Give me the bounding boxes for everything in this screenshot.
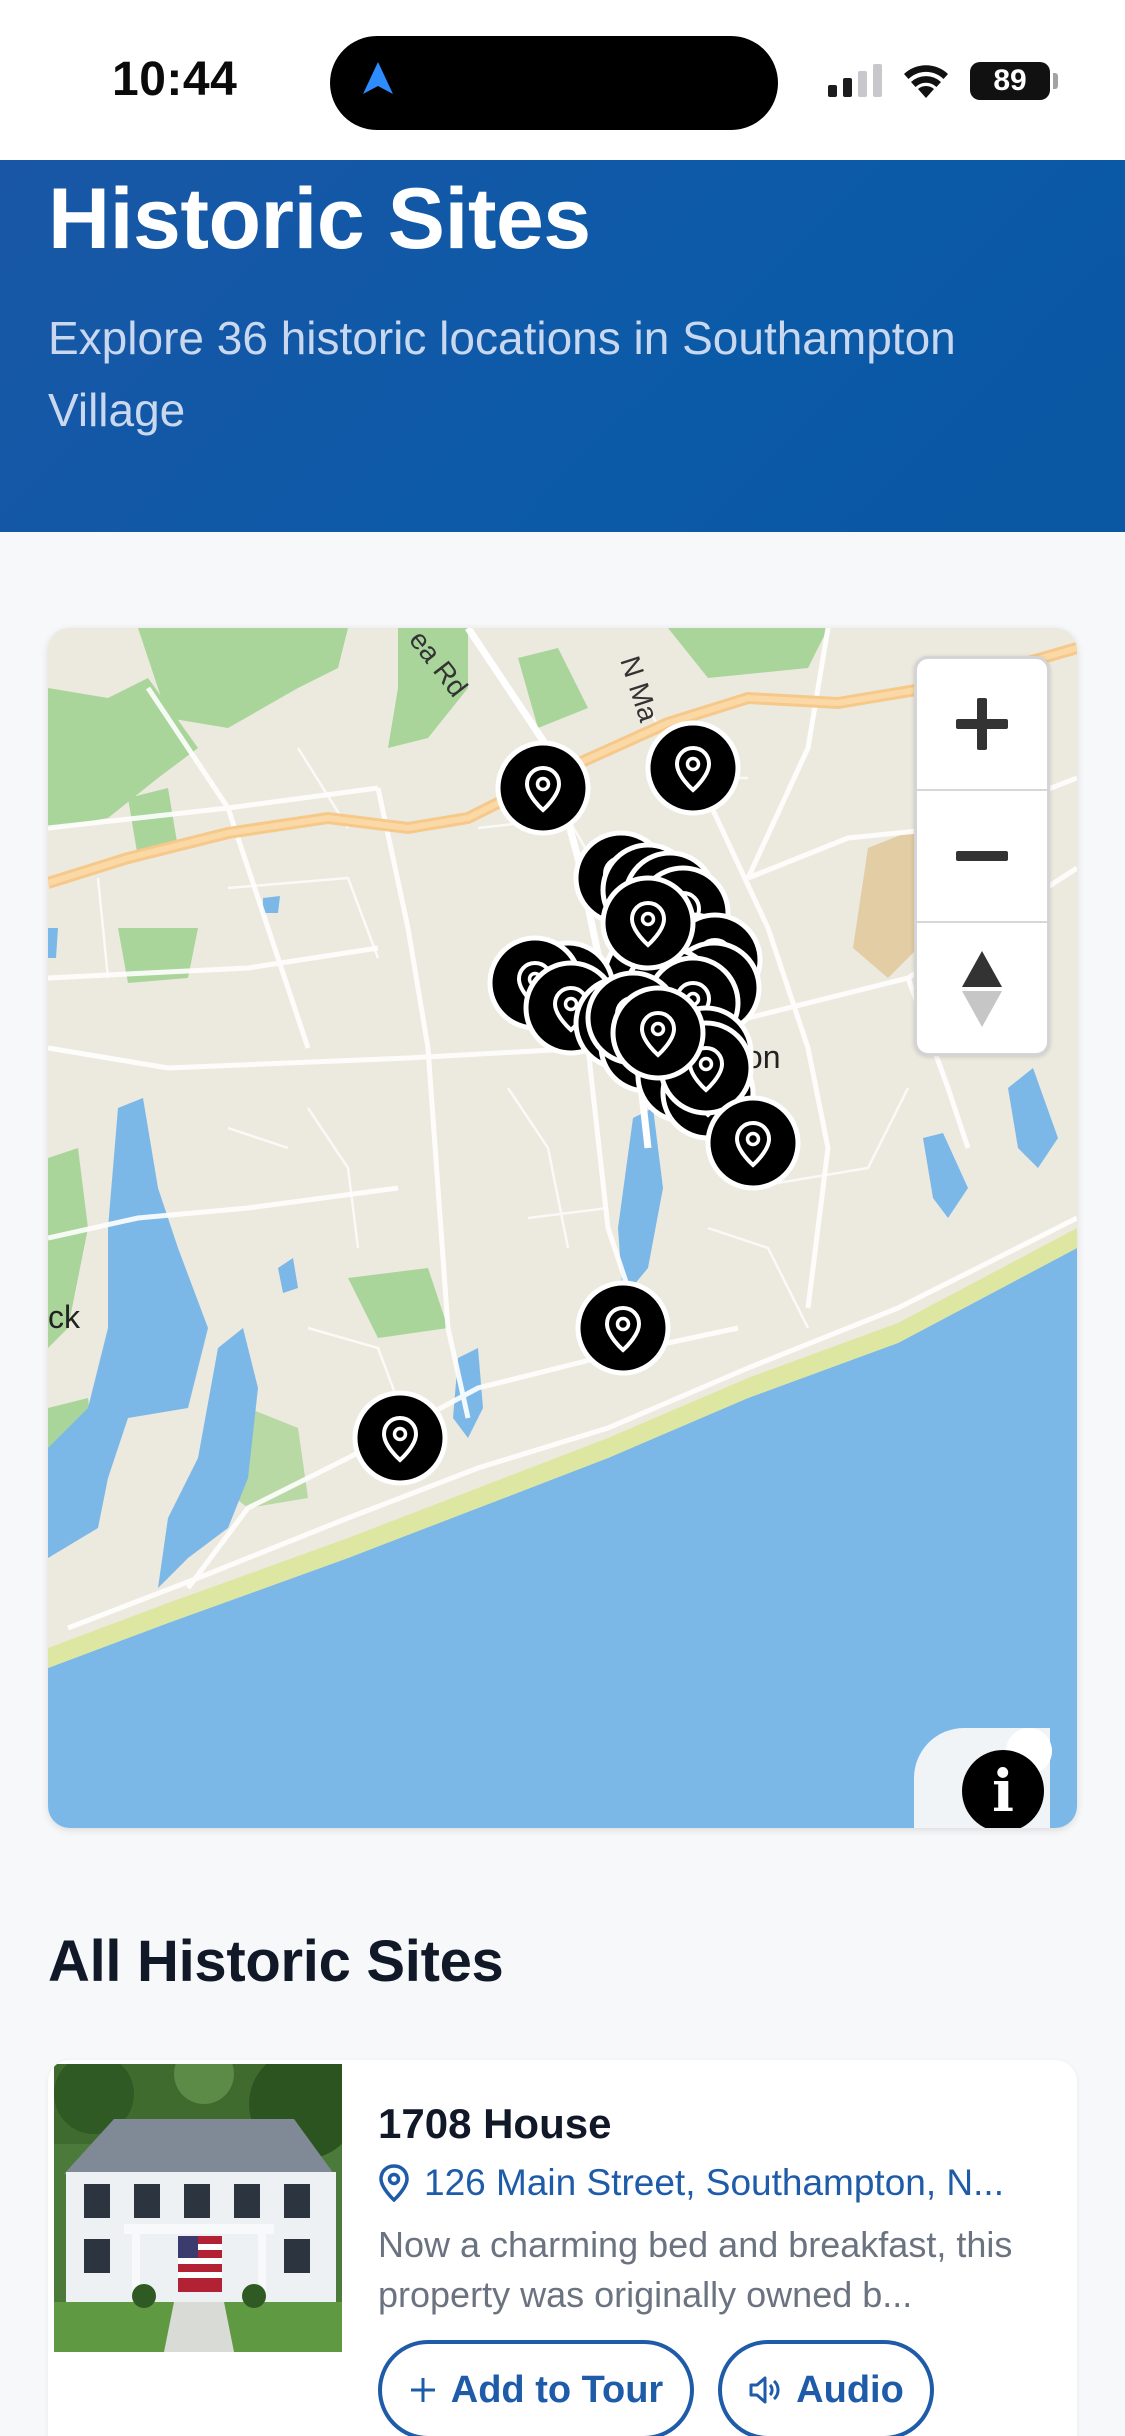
status-time: 10:44 bbox=[112, 53, 238, 106]
wifi-icon bbox=[904, 65, 948, 98]
status-bar: 10:44 89 bbox=[0, 0, 1125, 160]
map-pin[interactable] bbox=[600, 875, 696, 971]
page-title: Historic Sites bbox=[48, 171, 591, 267]
battery-tip bbox=[1053, 73, 1058, 89]
map-pin[interactable] bbox=[645, 720, 741, 816]
site-address[interactable]: 126 Main Street, Southampton, N... bbox=[378, 2162, 1004, 2204]
map-zoom-controls bbox=[914, 656, 1050, 1056]
plus-icon bbox=[956, 698, 1008, 750]
info-icon: i bbox=[962, 1750, 1044, 1828]
map-pin[interactable] bbox=[495, 740, 591, 836]
section-title: All Historic Sites bbox=[48, 1929, 504, 1994]
site-thumbnail bbox=[54, 2064, 342, 2352]
map-pin[interactable] bbox=[575, 1280, 671, 1376]
site-card[interactable]: 1708 House 126 Main Street, Southampton,… bbox=[48, 2060, 1077, 2436]
site-description: Now a charming bed and breakfast, this p… bbox=[378, 2224, 1013, 2315]
zoom-out-button[interactable] bbox=[917, 791, 1047, 923]
minus-icon bbox=[956, 851, 1008, 861]
house-photo bbox=[54, 2064, 342, 2352]
speaker-icon bbox=[749, 2376, 780, 2404]
map-label-west: ck bbox=[48, 1299, 81, 1335]
audio-button[interactable]: Audio bbox=[718, 2340, 934, 2436]
hero-header: Historic Sites Explore 36 historic locat… bbox=[0, 160, 1125, 532]
battery-indicator: 89 bbox=[970, 62, 1050, 100]
cellular-signal-icon bbox=[828, 64, 882, 97]
add-to-tour-button[interactable]: Add to Tour bbox=[378, 2340, 694, 2436]
map-attribution-button[interactable]: i bbox=[914, 1728, 1052, 1828]
compass-button[interactable] bbox=[917, 923, 1047, 1053]
dynamic-island bbox=[330, 36, 778, 130]
add-to-tour-label: Add to Tour bbox=[450, 2368, 664, 2411]
map-pin[interactable] bbox=[352, 1390, 448, 1486]
location-arrow-icon bbox=[363, 62, 393, 94]
page-subtitle: Explore 36 historic locations in Southam… bbox=[48, 312, 956, 436]
plus-icon bbox=[410, 2378, 435, 2402]
site-address-text: 126 Main Street, Southampton, N... bbox=[424, 2162, 1004, 2203]
zoom-in-button[interactable] bbox=[917, 659, 1047, 791]
location-pin-icon bbox=[379, 2164, 409, 2202]
site-name[interactable]: 1708 House bbox=[378, 2100, 611, 2148]
historic-sites-map[interactable]: ea Rd N Ma ton ck i bbox=[48, 628, 1077, 1828]
map-pin[interactable] bbox=[610, 985, 706, 1081]
map-pin[interactable] bbox=[705, 1095, 801, 1191]
compass-icon bbox=[962, 951, 1002, 1027]
audio-label: Audio bbox=[796, 2368, 904, 2411]
